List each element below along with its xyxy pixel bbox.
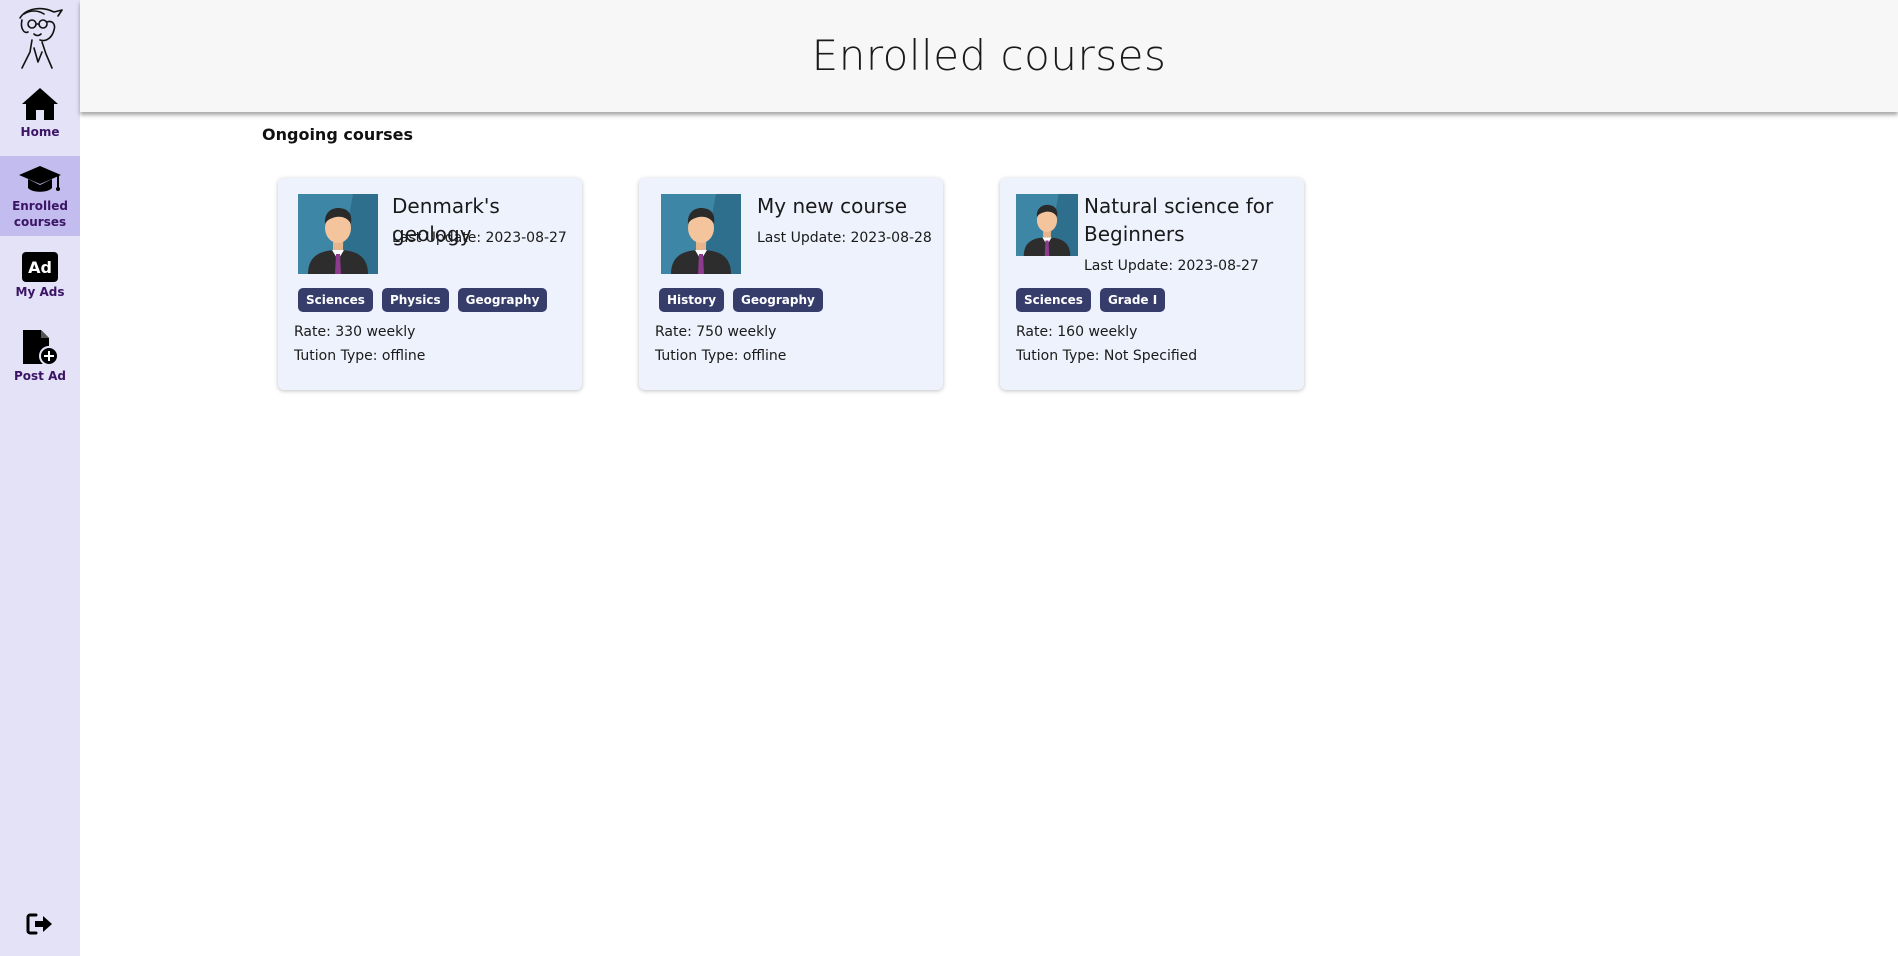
course-tution-type: Tution Type: Not Specified xyxy=(1016,348,1198,364)
tag-badge[interactable]: Geography xyxy=(733,288,823,312)
logout-icon[interactable] xyxy=(26,912,54,936)
svg-text:Ad: Ad xyxy=(28,258,52,277)
tag-badge[interactable]: History xyxy=(659,288,725,312)
sidebar: Home Enrolled courses Ad My Ads Post Ad xyxy=(0,0,80,956)
sidebar-item-label: My Ads xyxy=(15,285,65,299)
course-rate: Rate: 160 weekly xyxy=(1016,324,1138,340)
course-card[interactable]: Natural science for Beginners Last Updat… xyxy=(1000,178,1304,390)
course-title[interactable]: Natural science for Beginners xyxy=(1084,192,1284,248)
tutor-avatar xyxy=(298,194,378,274)
course-tags: Sciences Physics Geography xyxy=(298,288,548,312)
home-icon xyxy=(22,88,58,120)
tag-badge[interactable]: Grade I xyxy=(1099,288,1166,312)
page-title: Enrolled courses xyxy=(811,30,1167,80)
tag-badge[interactable]: Sciences xyxy=(1016,288,1091,312)
file-plus-icon xyxy=(23,330,59,366)
tag-badge[interactable]: Geography xyxy=(457,288,548,312)
course-tution-type: Tution Type: offline xyxy=(294,348,426,364)
sidebar-item-post-ad[interactable]: Post Ad xyxy=(0,330,80,388)
course-rate: Rate: 750 weekly xyxy=(655,324,777,340)
sidebar-item-my-ads[interactable]: Ad My Ads xyxy=(0,252,80,308)
course-tags: History Geography xyxy=(659,288,823,312)
sidebar-item-label: Home xyxy=(20,125,60,139)
tutor-avatar xyxy=(1016,194,1078,256)
course-last-update: Last Update: 2023-08-28 xyxy=(757,230,932,246)
course-card[interactable]: Denmark's geology Last Update: 2023-08-2… xyxy=(278,178,582,390)
tutor-avatar xyxy=(661,194,741,274)
sidebar-item-enrolled-courses[interactable]: Enrolled courses xyxy=(0,156,80,236)
course-card[interactable]: My new course Last Update: 2023-08-28 Hi… xyxy=(639,178,943,390)
course-last-update: Last Update: 2023-08-27 xyxy=(1084,258,1259,274)
sidebar-item-label: Enrolled courses xyxy=(12,199,68,229)
course-title[interactable]: My new course xyxy=(757,192,937,220)
ad-icon: Ad xyxy=(22,252,58,282)
sidebar-item-home[interactable]: Home xyxy=(0,86,80,146)
course-rate: Rate: 330 weekly xyxy=(294,324,416,340)
section-title: Ongoing courses xyxy=(262,125,413,144)
tag-badge[interactable]: Sciences xyxy=(298,288,373,312)
course-tags: Sciences Grade I xyxy=(1016,288,1166,312)
page-header: Enrolled courses xyxy=(80,0,1898,112)
course-tution-type: Tution Type: offline xyxy=(655,348,787,364)
logo-icon[interactable] xyxy=(12,4,68,70)
sidebar-item-label: Post Ad xyxy=(14,369,66,383)
tag-badge[interactable]: Physics xyxy=(381,288,449,312)
graduation-cap-icon xyxy=(19,166,61,192)
course-last-update: Last Update: 2023-08-27 xyxy=(392,230,567,246)
